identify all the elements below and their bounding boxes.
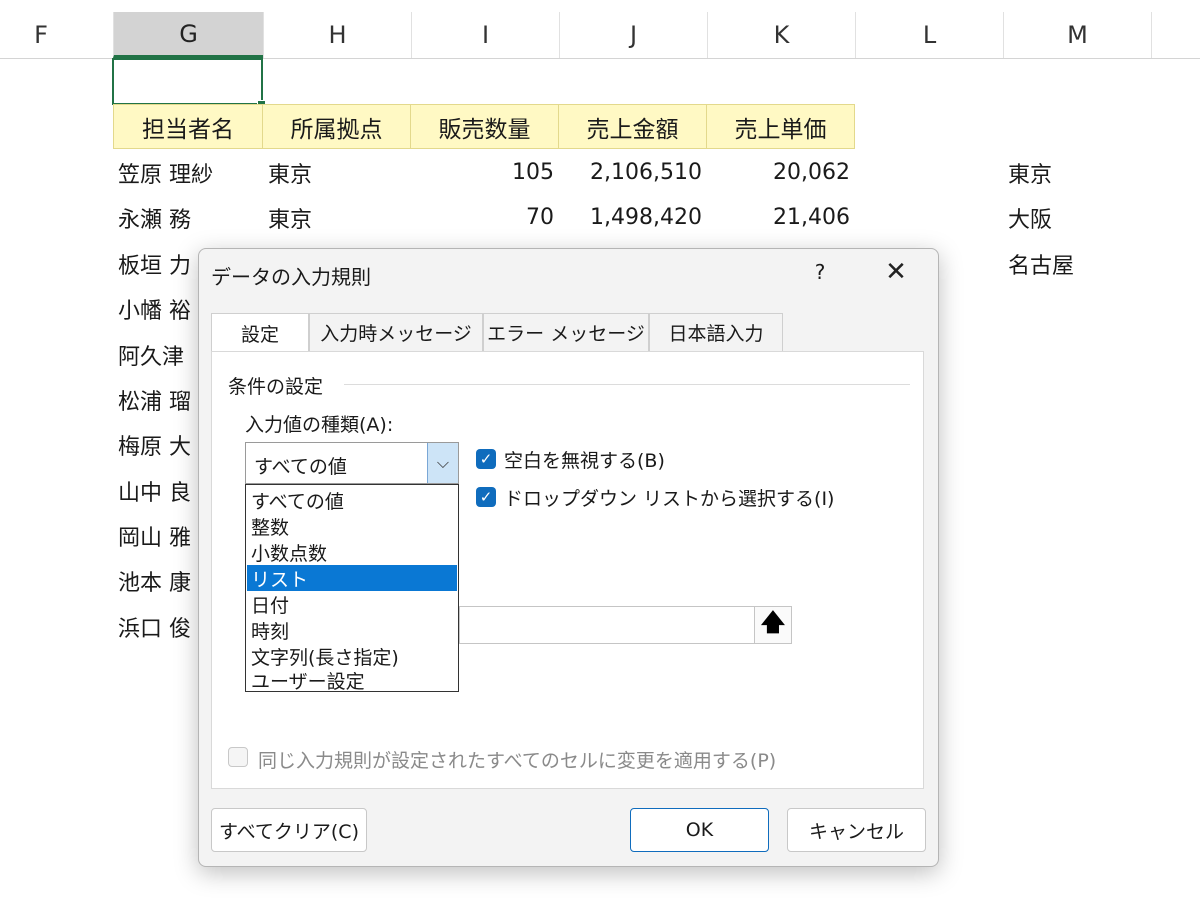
- column-header-h[interactable]: H: [263, 12, 411, 58]
- cell-m-list[interactable]: 東京: [1003, 150, 1151, 195]
- group-label: 条件の設定: [228, 376, 324, 398]
- source-input[interactable]: [459, 606, 755, 644]
- column-header-l[interactable]: L: [855, 12, 1003, 58]
- column-header-m[interactable]: M: [1003, 12, 1151, 58]
- option-decimal[interactable]: 小数点数: [247, 539, 457, 565]
- tab-error-message[interactable]: エラー メッセージ: [483, 313, 649, 351]
- close-icon[interactable]: ✕: [879, 255, 913, 289]
- chevron-down-icon[interactable]: ⌵: [427, 443, 458, 483]
- arrow-up-icon[interactable]: 🡅: [754, 606, 792, 644]
- column-header-g[interactable]: G: [113, 12, 263, 58]
- column-header-i[interactable]: I: [411, 12, 559, 58]
- header-cell-qty[interactable]: 販売数量: [410, 104, 559, 149]
- apply-all-checkbox[interactable]: [228, 747, 248, 767]
- cell-qty[interactable]: 105: [411, 150, 559, 195]
- active-cell-g2[interactable]: [112, 58, 263, 105]
- option-list[interactable]: リスト: [247, 565, 457, 591]
- column-header-row: F G H I J K L M: [0, 12, 1200, 59]
- option-text-length[interactable]: 文字列(長さ指定): [247, 643, 457, 669]
- option-date[interactable]: 日付: [247, 591, 457, 617]
- apply-all-label[interactable]: 同じ入力規則が設定されたすべてのセルに変更を適用する(P): [258, 746, 776, 773]
- dropdown-label[interactable]: ドロップダウン リストから選択する(I): [504, 484, 834, 511]
- column-header-f[interactable]: F: [0, 12, 113, 58]
- cell-unit[interactable]: 20,062: [707, 150, 855, 195]
- header-cell-branch[interactable]: 所属拠点: [262, 104, 411, 149]
- column-header-blank: [1151, 12, 1200, 58]
- cell-m-list[interactable]: 名古屋: [1003, 241, 1151, 286]
- cell-amount[interactable]: 1,498,420: [559, 195, 707, 240]
- option-time[interactable]: 時刻: [247, 617, 457, 643]
- data-validation-dialog: データの入力規則 ? ✕ 設定 入力時メッセージ エラー メッセージ 日本語入力…: [198, 248, 939, 867]
- header-cell-unit[interactable]: 売上単価: [706, 104, 855, 149]
- tab-ime[interactable]: 日本語入力: [649, 313, 783, 351]
- option-any-value[interactable]: すべての値: [247, 487, 457, 513]
- cell-branch[interactable]: 東京: [263, 150, 411, 195]
- allow-label: 入力値の種類(A):: [245, 414, 394, 436]
- column-header-j[interactable]: J: [559, 12, 707, 58]
- help-icon[interactable]: ?: [805, 257, 835, 287]
- ignore-blank-label[interactable]: 空白を無視する(B): [504, 446, 665, 473]
- cell-m-list[interactable]: 大阪: [1003, 195, 1151, 240]
- cell-name[interactable]: 永瀬 務: [113, 195, 263, 240]
- allow-select-value: すべての値: [254, 456, 347, 478]
- cell-branch[interactable]: 東京: [263, 195, 411, 240]
- allow-select[interactable]: すべての値 ⌵: [245, 442, 459, 484]
- cell-amount[interactable]: 2,106,510: [559, 150, 707, 195]
- group-divider: [344, 384, 910, 385]
- ignore-blank-checkbox[interactable]: ✓: [476, 449, 496, 469]
- cell-name[interactable]: 笠原 理紗: [113, 150, 263, 195]
- dropdown-checkbox[interactable]: ✓: [476, 487, 496, 507]
- tab-input-message[interactable]: 入力時メッセージ: [309, 313, 483, 351]
- cell-unit[interactable]: 21,406: [707, 195, 855, 240]
- allow-dropdown-list[interactable]: すべての値 整数 小数点数 リスト 日付 時刻 文字列(長さ指定) ユーザー設定: [245, 484, 459, 693]
- tab-settings[interactable]: 設定: [211, 313, 309, 353]
- settings-panel: 条件の設定 入力値の種類(A): すべての値 ⌵ ✓ 空白を無視する(B) ✓ …: [211, 351, 924, 789]
- option-whole-number[interactable]: 整数: [247, 513, 457, 539]
- dialog-title: データの入力規則: [211, 265, 371, 289]
- header-cell-name[interactable]: 担当者名: [113, 104, 263, 149]
- option-custom[interactable]: ユーザー設定: [247, 667, 457, 693]
- header-cell-amount[interactable]: 売上金額: [558, 104, 707, 149]
- cell-qty[interactable]: 70: [411, 195, 559, 240]
- cancel-button[interactable]: キャンセル: [787, 808, 926, 852]
- ok-button[interactable]: OK: [630, 808, 769, 852]
- column-header-k[interactable]: K: [707, 12, 855, 58]
- clear-all-button[interactable]: すべてクリア(C): [211, 808, 367, 852]
